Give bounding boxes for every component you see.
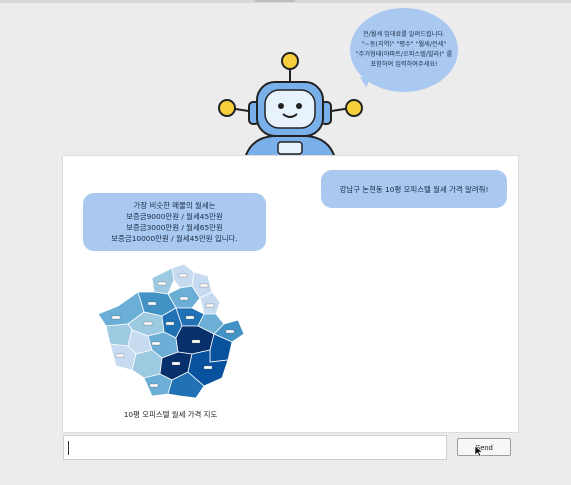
send-button[interactable]: Send	[457, 438, 511, 456]
user-message: 강남구 논현동 10평 오피스텔 월세 가격 알려줘!	[321, 170, 507, 208]
map-district-label	[199, 283, 209, 288]
bot-message: 가장 비슷한 매물의 월세는 보증금9000만원 / 월세45만원 보증금300…	[83, 193, 266, 251]
bot-message-line: 보증금10000만원 / 월세45만원 입니다.	[111, 234, 238, 243]
window-top-bar	[0, 0, 571, 3]
map-district-label	[151, 341, 161, 346]
robot-mascot-icon	[218, 52, 363, 158]
map-district	[151, 267, 175, 295]
map-district-label	[205, 303, 215, 308]
map-district-label	[147, 301, 157, 306]
map-district-label	[171, 361, 181, 366]
robot-speech-bubble: 전/월세 임대료를 알려드립니다. "~동(지역)" "평수" "월세/전세" …	[350, 8, 458, 92]
bubble-line: "~동(지역)" "평수" "월세/전세"	[361, 41, 447, 48]
map-district-label	[179, 296, 189, 301]
title-notch	[255, 0, 295, 2]
bubble-line: "주거형태(아파트/오피스텔/빌라)" 를	[355, 51, 453, 58]
map-district-label	[143, 321, 153, 326]
chat-panel[interactable]: 강남구 논현동 10평 오피스텔 월세 가격 알려줘! 가장 비슷한 매물의 월…	[62, 155, 519, 433]
bot-message-line: 보증금3000만원 / 월세65만원	[126, 223, 223, 232]
map-district-label	[149, 383, 159, 388]
map-district-label	[157, 281, 167, 286]
map-district	[131, 349, 163, 379]
map-district-label	[185, 315, 195, 320]
message-input[interactable]	[63, 435, 447, 460]
map-district-label	[165, 321, 175, 326]
map-district-label	[111, 315, 121, 320]
bubble-line: 포함하여 입력하여주세요!	[370, 61, 438, 68]
text-caret	[68, 441, 69, 455]
map-district-label	[225, 329, 235, 334]
map-district-label	[178, 273, 188, 278]
map-district-label	[191, 339, 201, 344]
mouse-pointer-icon	[474, 445, 484, 457]
bot-message-line: 보증금9000만원 / 월세45만원	[126, 212, 223, 221]
bot-message-line: 가장 비슷한 매물의 월세는	[133, 201, 216, 210]
bubble-line: 전/월세 임대료를 알려드립니다.	[363, 31, 445, 38]
map-district	[105, 323, 133, 347]
map-district-label	[115, 353, 125, 358]
map-caption: 10평 오피스텔 월세 가격 지도	[123, 410, 218, 419]
map-district-label	[203, 365, 213, 370]
rent-price-map	[97, 263, 245, 399]
